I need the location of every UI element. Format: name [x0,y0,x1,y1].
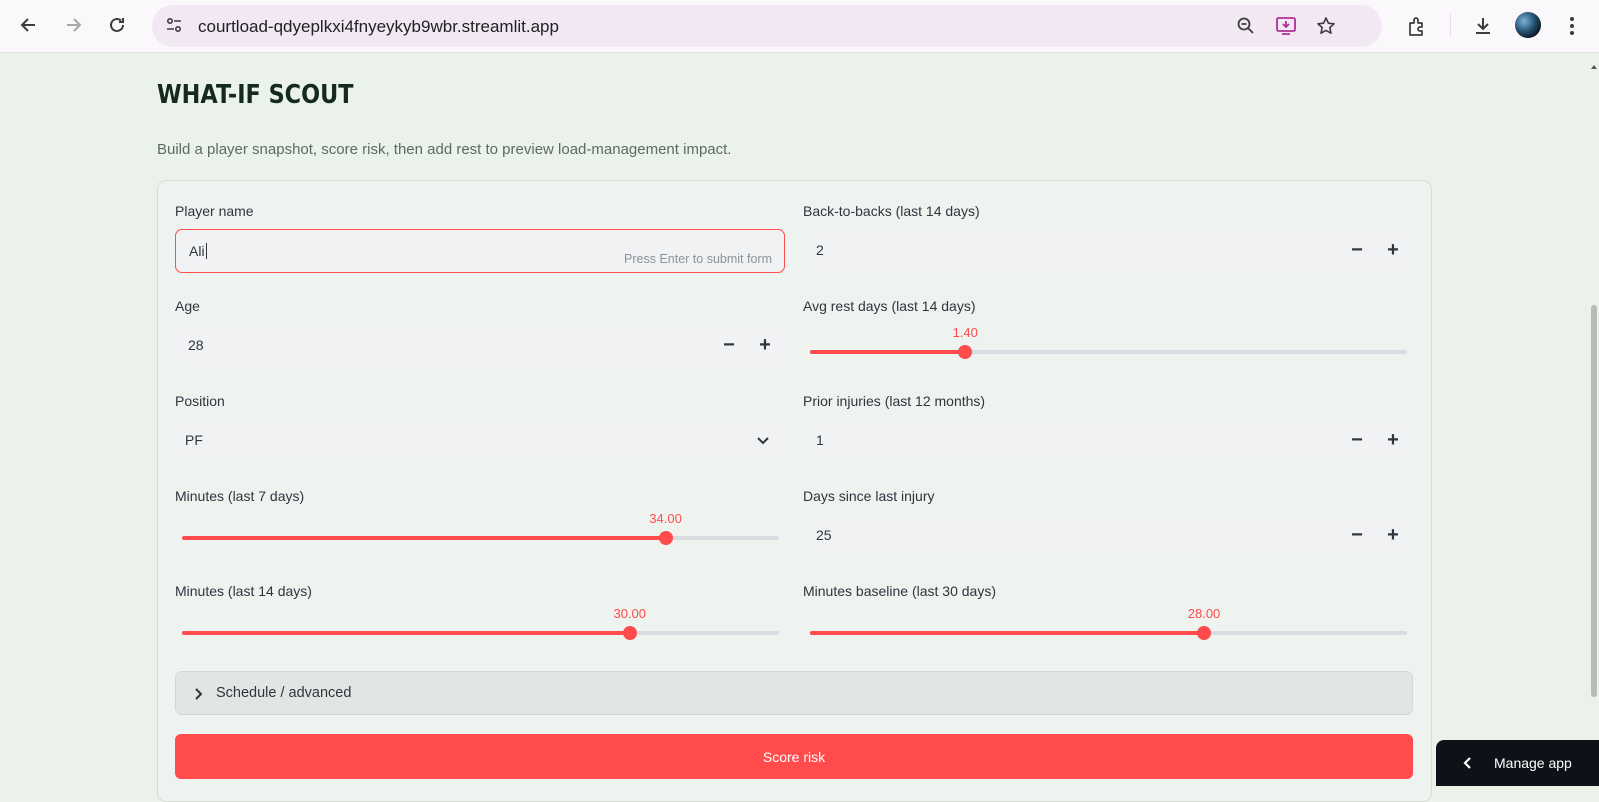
url-text[interactable]: courtload-qdyeplkxi4fnyeykyb9wbr.streaml… [198,17,559,37]
position-value: PF [185,432,203,448]
prior-injuries-increment-button[interactable]: + [1381,429,1405,453]
profile-avatar[interactable] [1515,12,1541,38]
position-label: Position [175,393,225,409]
manage-app-label: Manage app [1494,755,1572,771]
bookmark-star-icon[interactable] [1314,14,1338,38]
slider-value: 1.40 [952,325,978,340]
submit-hint: Press Enter to submit form [624,252,772,266]
expander-label: Schedule / advanced [216,685,352,701]
arrow-right-icon [67,18,82,32]
back-to-backs-decrement-button[interactable]: − [1345,239,1369,263]
chevron-right-icon [193,687,205,706]
minutes-14-label: Minutes (last 14 days) [175,583,312,599]
chevron-left-icon [1462,756,1472,773]
chevron-down-icon [755,432,771,453]
page-subtitle: Build a player snapshot, score risk, the… [157,141,732,158]
address-bar[interactable]: courtload-qdyeplkxi4fnyeykyb9wbr.streaml… [152,5,1382,47]
slider-thumb[interactable] [622,626,637,640]
toolbar-divider [1450,14,1451,36]
slider-fill [182,631,630,635]
slider-fill [810,350,966,354]
days-since-injury-stepper[interactable]: 25 − + [803,514,1413,558]
slider-fill [182,536,666,540]
minutes-baseline-slider[interactable]: 28.00 [810,606,1407,641]
days-since-injury-value[interactable]: 25 [816,527,832,543]
prior-injuries-label: Prior injuries (last 12 months) [803,393,986,409]
days-since-injury-label: Days since last injury [803,488,935,504]
days-since-injury-increment-button[interactable]: + [1381,524,1405,548]
arrow-left-icon [20,18,35,32]
site-info-icon[interactable] [164,15,184,40]
manage-app-button[interactable]: Manage app [1436,740,1599,786]
schedule-advanced-expander[interactable]: Schedule / advanced [175,671,1413,715]
install-app-icon[interactable] [1274,14,1298,38]
back-button[interactable] [12,8,46,42]
score-risk-button[interactable]: Score risk [175,734,1413,779]
avg-rest-label: Avg rest days (last 14 days) [803,298,976,314]
back-to-backs-value[interactable]: 2 [816,242,824,258]
slider-thumb[interactable] [1197,626,1212,640]
prior-injuries-stepper[interactable]: 1 − + [803,419,1413,463]
slider-thumb[interactable] [658,531,673,545]
days-since-injury-decrement-button[interactable]: − [1345,524,1369,548]
slider-thumb[interactable] [958,345,973,359]
slider-fill [810,631,1205,635]
forward-button[interactable] [56,8,90,42]
age-label: Age [175,298,200,314]
download-icon[interactable] [1469,12,1497,40]
page-scrollbar[interactable] [1589,58,1599,786]
browser-toolbar: courtload-qdyeplkxi4fnyeykyb9wbr.streaml… [0,0,1599,53]
scrollbar-thumb[interactable] [1591,305,1597,697]
text-caret [205,243,207,259]
player-name-input[interactable]: Ali Press Enter to submit form [175,229,785,273]
minutes-baseline-label: Minutes baseline (last 30 days) [803,583,996,599]
reload-button[interactable] [100,8,134,42]
age-increment-button[interactable]: + [753,334,777,358]
zoom-icon[interactable] [1234,14,1258,38]
slider-value: 28.00 [1187,606,1221,621]
minutes-14-slider[interactable]: 30.00 [182,606,779,641]
prior-injuries-value[interactable]: 1 [816,432,824,448]
position-select[interactable]: PF [175,419,785,463]
scroll-up-arrow-icon[interactable] [1590,58,1598,76]
age-decrement-button[interactable]: − [717,334,741,358]
player-name-value: Ali [189,243,205,259]
back-to-backs-stepper[interactable]: 2 − + [803,229,1413,273]
avg-rest-slider[interactable]: 1.40 [810,325,1407,360]
more-menu-icon[interactable] [1558,12,1586,40]
age-stepper[interactable]: 28 − + [175,324,785,368]
reload-icon [110,17,124,32]
slider-value: 34.00 [649,511,682,526]
slider-value: 30.00 [613,606,647,621]
extensions-icon[interactable] [1403,12,1431,40]
minutes-7-slider[interactable]: 34.00 [182,511,779,546]
age-value[interactable]: 28 [188,337,204,353]
player-name-label: Player name [175,203,254,219]
back-to-backs-label: Back-to-backs (last 14 days) [803,203,980,219]
prior-injuries-decrement-button[interactable]: − [1345,429,1369,453]
page-title: WHAT-IF SCOUT [157,80,354,110]
back-to-backs-increment-button[interactable]: + [1381,239,1405,263]
minutes-7-label: Minutes (last 7 days) [175,488,305,504]
